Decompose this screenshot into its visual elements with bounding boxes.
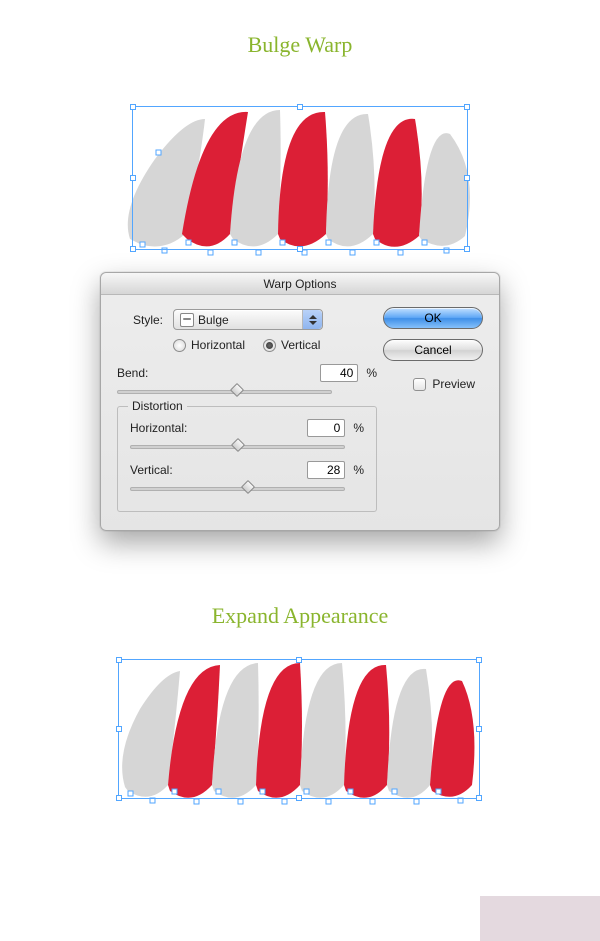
preview-checkbox[interactable] — [413, 378, 426, 391]
radio-horizontal-label: Horizontal — [191, 338, 245, 352]
illustrator-canvas-bottom — [0, 641, 600, 821]
style-label: Style: — [117, 313, 163, 327]
handle-top-left[interactable] — [130, 104, 136, 110]
dist-h-slider[interactable] — [130, 441, 345, 455]
handle-mid-left[interactable] — [116, 726, 122, 732]
caption-bulge-warp: Bulge Warp — [0, 32, 600, 58]
handle-mid-right[interactable] — [476, 726, 482, 732]
dist-v-slider[interactable] — [130, 483, 345, 497]
percent-unit: % — [353, 463, 364, 477]
bend-input[interactable] — [320, 364, 358, 382]
selection-bounding-box[interactable] — [118, 659, 480, 799]
radio-button-icon — [173, 339, 186, 352]
radio-button-icon — [263, 339, 276, 352]
cancel-button[interactable]: Cancel — [383, 339, 483, 361]
style-value: Bulge — [198, 313, 229, 327]
dist-v-input[interactable] — [307, 461, 345, 479]
radio-vertical-label: Vertical — [281, 338, 320, 352]
warp-options-dialog: Warp Options Style: Bulge Horizontal — [100, 272, 500, 531]
handle-top-right[interactable] — [464, 104, 470, 110]
handle-mid-left[interactable] — [130, 175, 136, 181]
dist-v-label: Vertical: — [130, 463, 208, 477]
handle-bot-mid[interactable] — [297, 246, 303, 252]
handle-bot-right[interactable] — [464, 246, 470, 252]
handle-mid-right[interactable] — [464, 175, 470, 181]
handle-bot-mid[interactable] — [296, 795, 302, 801]
handle-top-mid[interactable] — [297, 104, 303, 110]
dist-h-input[interactable] — [307, 419, 345, 437]
distortion-group: Distortion Horizontal: % Vertical: % — [117, 406, 377, 512]
radio-vertical[interactable]: Vertical — [263, 338, 320, 352]
caption-expand-appearance: Expand Appearance — [0, 603, 600, 629]
percent-unit: % — [366, 366, 377, 380]
handle-top-right[interactable] — [476, 657, 482, 663]
distortion-legend: Distortion — [128, 399, 187, 413]
bend-slider[interactable] — [117, 386, 332, 400]
selection-bounding-box[interactable] — [132, 106, 468, 250]
percent-unit: % — [353, 421, 364, 435]
illustrator-canvas-top — [0, 72, 600, 272]
dropdown-arrows-icon — [302, 310, 322, 329]
handle-top-mid[interactable] — [296, 657, 302, 663]
handle-bot-left[interactable] — [116, 795, 122, 801]
handle-bot-left[interactable] — [130, 246, 136, 252]
radio-horizontal[interactable]: Horizontal — [173, 338, 245, 352]
dist-h-label: Horizontal: — [130, 421, 208, 435]
ok-button[interactable]: OK — [383, 307, 483, 329]
bulge-icon — [180, 313, 194, 327]
style-dropdown[interactable]: Bulge — [173, 309, 323, 330]
preview-label: Preview — [432, 377, 475, 391]
bend-label: Bend: — [117, 366, 195, 380]
bottom-right-patch — [480, 896, 600, 941]
dialog-title: Warp Options — [101, 273, 499, 295]
handle-bot-right[interactable] — [476, 795, 482, 801]
handle-top-left[interactable] — [116, 657, 122, 663]
